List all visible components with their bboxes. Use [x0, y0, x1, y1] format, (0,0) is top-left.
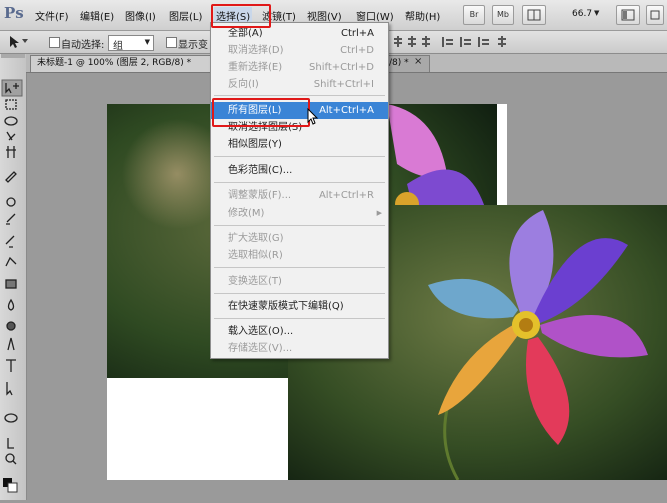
auto-select-checkbox[interactable] — [49, 37, 60, 48]
menu-separator — [214, 95, 385, 96]
menu-item-similar-layers[interactable]: 相似图层(Y) — [211, 136, 388, 153]
align-icons[interactable] — [392, 35, 522, 49]
menu-image[interactable]: 图像(I) — [125, 8, 156, 23]
menu-item-modify[interactable]: 修改(M) ▶ — [211, 205, 388, 222]
chevron-down-icon[interactable]: ▼ — [594, 9, 599, 17]
photoshop-logo: Ps — [4, 4, 24, 22]
menu-file[interactable]: 文件(F) — [35, 8, 69, 23]
menu-item-color-range[interactable]: 色彩范围(C)... — [211, 162, 388, 179]
tools-panel — [0, 54, 27, 500]
select-menu-dropdown: 全部(A) Ctrl+A 取消选择(D) Ctrl+D 重新选择(E) Shift+C… — [210, 22, 389, 359]
menu-separator — [214, 318, 385, 319]
screen-mode-button[interactable] — [646, 5, 664, 25]
move-tool-icon[interactable] — [7, 35, 29, 49]
document-tab-active[interactable]: 未标题-1 @ 100% (图层 2, RGB/8) * — [30, 55, 216, 72]
menu-item-reselect[interactable]: 重新选择(E) Shift+Ctrl+D — [211, 59, 388, 76]
menu-item-similar[interactable]: 选取相似(R) — [211, 247, 388, 264]
bridge-button[interactable]: Br — [463, 5, 485, 25]
tools-icons — [1, 54, 25, 493]
menu-window[interactable]: 窗口(W) — [356, 8, 394, 23]
auto-select-value: 组 — [113, 41, 123, 52]
show-transform-checkbox[interactable] — [166, 37, 177, 48]
menu-item-quick-mask[interactable]: 在快速蒙版模式下编辑(Q) — [211, 298, 388, 315]
auto-select-dropdown[interactable]: 组 ▼ — [108, 35, 154, 52]
auto-select-label: 自动选择: — [61, 40, 105, 51]
close-icon[interactable]: × — [414, 56, 422, 67]
menu-edit[interactable]: 编辑(E) — [80, 8, 114, 23]
menu-separator — [214, 156, 385, 157]
grid-icon — [527, 9, 541, 21]
menu-item-inverse[interactable]: 反向(I) Shift+Ctrl+I — [211, 76, 388, 93]
view-extras-button[interactable] — [522, 5, 546, 25]
annotation-select-menu — [211, 4, 271, 28]
zoom-level[interactable]: 66.7 — [572, 9, 592, 19]
menu-item-refine-mask[interactable]: 调整蒙版(F)... Alt+Ctrl+R — [211, 187, 388, 204]
mouse-cursor-icon — [307, 108, 319, 125]
menu-separator — [214, 293, 385, 294]
menu-item-save-selection[interactable]: 存储选区(V)... — [211, 340, 388, 357]
menu-item-transform-selection[interactable]: 变换选区(T) — [211, 273, 388, 290]
arrange-documents-button[interactable] — [616, 5, 640, 25]
menu-item-grow[interactable]: 扩大选取(G) — [211, 230, 388, 247]
show-transform-label: 显示变 — [178, 40, 208, 51]
screen-mode-icon — [650, 10, 660, 20]
menu-view[interactable]: 视图(V) — [307, 8, 342, 23]
minibridge-button[interactable]: Mb — [492, 5, 514, 25]
document-tab-title: 未标题-1 @ 100% (图层 2, RGB/8) * — [37, 58, 192, 68]
arrange-icon — [621, 9, 635, 21]
menu-help[interactable]: 帮助(H) — [405, 8, 440, 23]
chevron-down-icon: ▼ — [144, 38, 150, 46]
menu-separator — [214, 267, 385, 268]
menu-separator — [214, 182, 385, 183]
menu-separator — [214, 225, 385, 226]
document-tab-2[interactable]: /8) * — [382, 55, 430, 72]
menu-item-deselect[interactable]: 取消选择(D) Ctrl+D — [211, 42, 388, 59]
menu-item-load-selection[interactable]: 载入选区(O)... — [211, 323, 388, 340]
chevron-right-icon: ▶ — [376, 209, 382, 217]
document-tab-title: /8) * — [389, 58, 409, 68]
menu-layer[interactable]: 图层(L) — [169, 8, 202, 23]
annotation-all-layers — [212, 98, 310, 127]
